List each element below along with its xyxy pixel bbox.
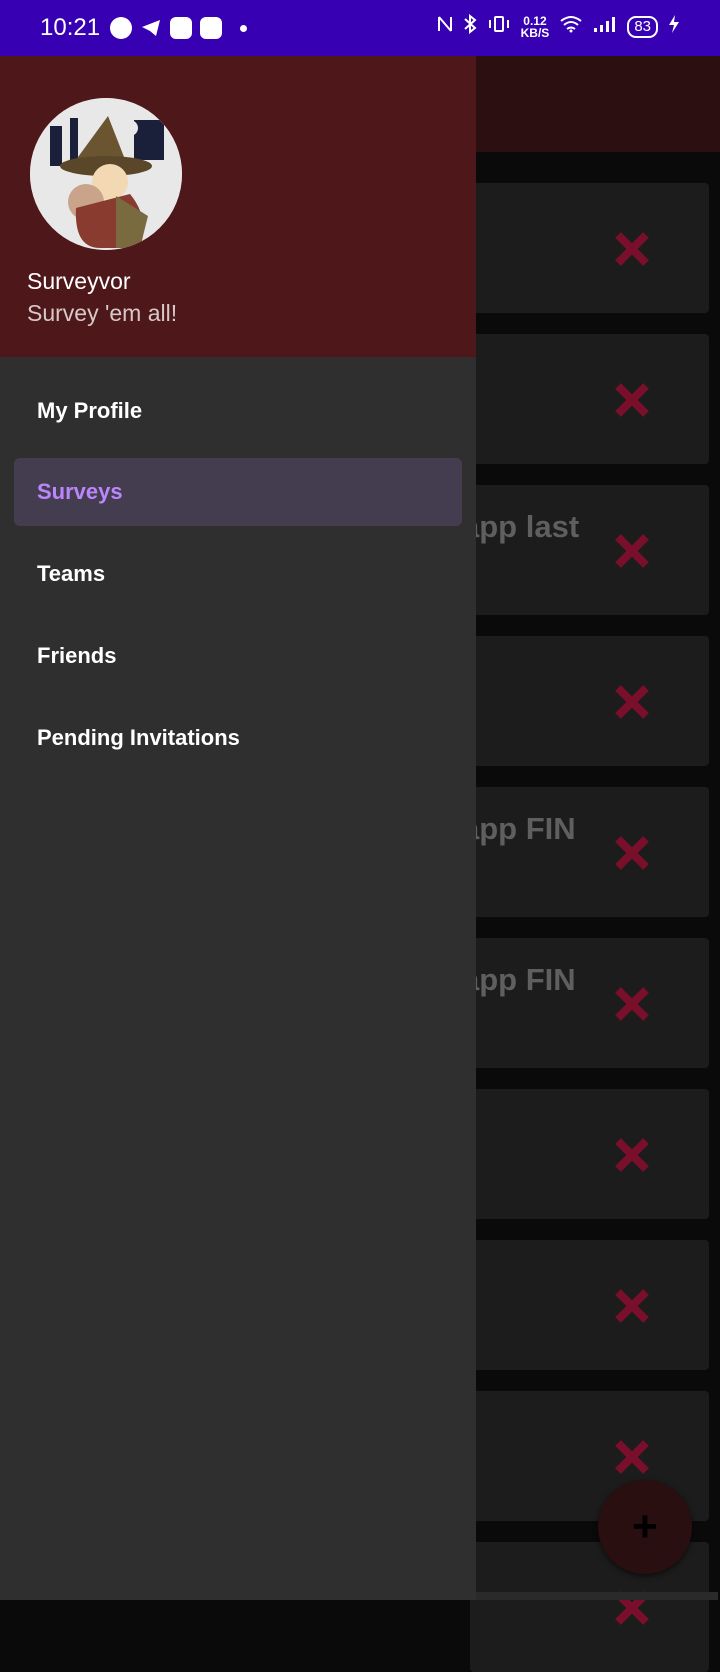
avatar [30,98,182,250]
menu-item-surveys[interactable]: Surveys [14,458,462,526]
menu-item-label: Teams [37,561,106,586]
survey-card-title: app FIN [470,962,576,997]
menu-item-label: Surveys [37,479,123,504]
wifi-icon [559,15,583,38]
delete-icon[interactable] [614,986,650,1022]
avatar-image [30,98,182,250]
delete-icon[interactable] [614,1288,650,1324]
status-time: 10:21 [40,14,101,41]
system-icons: 0.12 KB/S 83 [437,13,680,39]
delete-icon[interactable] [614,1439,650,1475]
speed-value: 0.12 [523,13,547,28]
drawer-username: Surveyvor [27,268,131,294]
survey-card[interactable] [470,1240,709,1370]
menu-item-teams[interactable]: Teams [14,540,462,608]
delete-icon[interactable] [614,1137,650,1173]
survey-card[interactable] [470,183,709,313]
delete-icon[interactable] [614,835,650,871]
notification-icons [110,17,247,39]
menu-item-friends[interactable]: Friends [14,622,462,690]
survey-card[interactable]: app last [470,485,709,615]
menu-item-label: Pending Invitations [37,725,240,750]
survey-card-title: app last [470,509,580,544]
navigation-drawer: Surveyvor Survey 'em all! My Profile Sur… [0,56,476,1600]
skype-icon [200,17,222,39]
delete-icon[interactable] [614,684,650,720]
menu-item-label: Friends [37,643,117,668]
spotify-icon [110,17,132,39]
speed-unit: KB/S [520,25,550,40]
menu-item-my-profile[interactable]: My Profile [14,377,462,445]
status-bar: 10:21 0.12 KB/S 83 [0,0,720,56]
delete-icon[interactable] [614,382,650,418]
nfc-icon [437,15,453,38]
vibrate-icon [487,15,511,38]
battery-level: 83 [627,15,658,38]
survey-card[interactable] [470,334,709,464]
survey-card[interactable] [470,1089,709,1219]
drawer-subtitle: Survey 'em all! [27,300,178,326]
discord-icon [170,17,192,39]
delete-icon[interactable] [614,231,650,267]
bluetooth-icon [463,13,477,39]
telegram-icon [140,17,162,39]
survey-card-title: app FIN [470,811,576,846]
charging-icon [668,14,680,39]
survey-card[interactable]: app FIN [470,938,709,1068]
signal-icon [593,15,617,38]
menu-item-label: My Profile [37,398,143,423]
network-speed: 0.12 KB/S [521,15,550,39]
delete-icon[interactable] [614,533,650,569]
drawer-header: Surveyvor Survey 'em all! [0,56,476,357]
add-survey-button[interactable]: + [598,1480,692,1574]
survey-card[interactable] [470,636,709,766]
more-notifications-icon [240,24,247,32]
survey-card[interactable]: app FIN [470,787,709,917]
menu-item-pending-invitations[interactable]: Pending Invitations [14,704,462,772]
